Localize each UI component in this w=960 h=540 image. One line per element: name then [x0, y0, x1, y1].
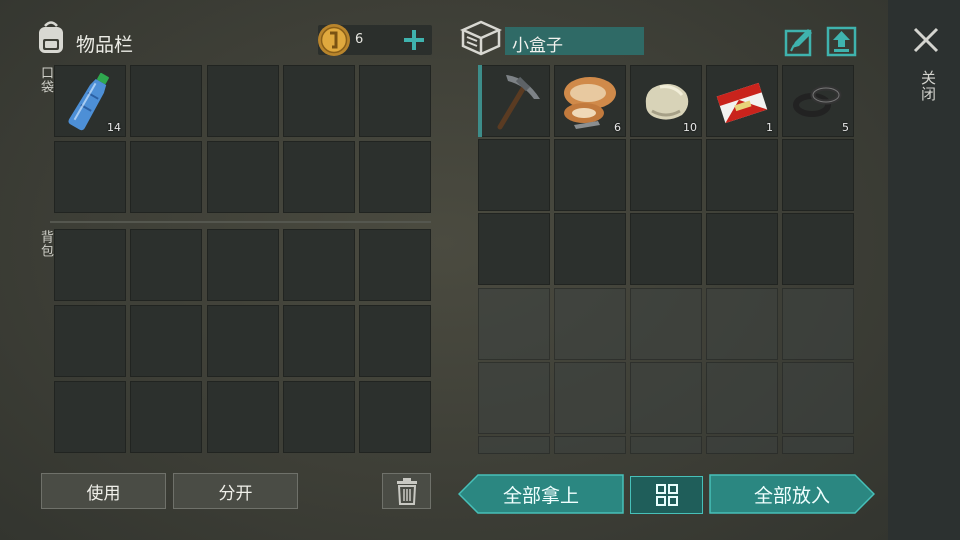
backpack-slot[interactable] [359, 381, 431, 453]
container-slot[interactable] [630, 288, 702, 360]
container-slot[interactable]: 1 [706, 65, 778, 137]
backpack-slot[interactable] [130, 305, 202, 377]
container-slot[interactable] [478, 436, 550, 454]
container-slot[interactable] [554, 436, 626, 454]
container-slot[interactable] [706, 436, 778, 454]
container-slot[interactable] [630, 436, 702, 454]
container-slot[interactable]: 6 [554, 65, 626, 137]
plus-icon [404, 30, 424, 50]
pocket-slot[interactable] [359, 141, 431, 213]
container-slot[interactable] [554, 288, 626, 360]
backpack-icon [34, 20, 68, 56]
pocket-label: 口袋 [38, 66, 53, 94]
container-slot[interactable] [782, 139, 854, 211]
item-quantity: 14 [107, 121, 121, 134]
upload-button[interactable] [826, 25, 858, 57]
container-slot[interactable] [630, 362, 702, 434]
edit-icon [784, 29, 812, 57]
backpack-slot[interactable] [130, 381, 202, 453]
inventory-title: 物品栏 [76, 34, 134, 56]
backpack-slot[interactable] [359, 229, 431, 301]
pocket-slot[interactable] [207, 141, 279, 213]
backpack-slot[interactable] [283, 381, 355, 453]
container-slot[interactable] [478, 139, 550, 211]
container-slot[interactable] [782, 362, 854, 434]
container-slot[interactable] [706, 288, 778, 360]
pocket-slot[interactable] [130, 65, 202, 137]
backpack-slot[interactable] [54, 229, 126, 301]
backpack-slot[interactable] [207, 229, 279, 301]
use-button[interactable]: 使用 [41, 473, 166, 509]
container-slot[interactable] [478, 362, 550, 434]
pocket-slot[interactable]: 14 [54, 65, 126, 137]
take-all-button[interactable]: 全部拿上 [458, 474, 624, 514]
close-icon [913, 27, 939, 53]
container-slot[interactable] [630, 213, 702, 285]
pocket-slot[interactable] [359, 65, 431, 137]
pocket-slot[interactable] [283, 141, 355, 213]
trash-button[interactable] [382, 473, 431, 509]
container-slot[interactable] [782, 213, 854, 285]
backpack-label: 背包 [38, 230, 53, 258]
put-all-button[interactable]: 全部放入 [709, 474, 875, 514]
container-slot[interactable] [706, 362, 778, 434]
coin-count: 6 [355, 32, 364, 47]
put-all-label: 全部放入 [753, 484, 830, 507]
container-slot[interactable] [782, 288, 854, 360]
box-icon [459, 18, 503, 58]
backpack-slot[interactable] [130, 229, 202, 301]
coin-icon [316, 22, 352, 58]
container-slot[interactable] [706, 213, 778, 285]
container-slot[interactable] [478, 288, 550, 360]
container-slot[interactable] [554, 213, 626, 285]
container-slot[interactable] [554, 139, 626, 211]
item-quantity: 1 [766, 121, 773, 134]
container-slot[interactable] [554, 362, 626, 434]
item-quantity: 10 [683, 121, 697, 134]
item-quantity: 6 [614, 121, 621, 134]
item-quantity: 5 [842, 121, 849, 134]
pocket-slot[interactable] [283, 65, 355, 137]
backpack-slot[interactable] [207, 305, 279, 377]
sort-button[interactable] [630, 476, 703, 514]
container-slot[interactable]: 5 [782, 65, 854, 137]
upload-icon [826, 26, 857, 57]
pickaxe-icon [478, 65, 550, 137]
backpack-slot[interactable] [283, 305, 355, 377]
section-divider [50, 221, 431, 223]
close-button[interactable]: 关闭 [906, 24, 946, 114]
backpack-slot[interactable] [207, 381, 279, 453]
add-coins-button[interactable] [398, 25, 430, 55]
close-label: 关闭 [919, 70, 937, 102]
edit-button[interactable] [784, 27, 814, 57]
split-button[interactable]: 分开 [173, 473, 298, 509]
backpack-slot[interactable] [54, 305, 126, 377]
container-slot[interactable] [706, 139, 778, 211]
container-slot[interactable] [478, 65, 550, 137]
container-name: 小盒子 [512, 36, 563, 56]
container-slot[interactable] [630, 139, 702, 211]
pocket-slot[interactable] [130, 141, 202, 213]
container-slot[interactable]: 10 [630, 65, 702, 137]
backpack-slot[interactable] [54, 381, 126, 453]
container-slot[interactable] [782, 436, 854, 454]
pocket-slot[interactable] [207, 65, 279, 137]
backpack-slot[interactable] [359, 305, 431, 377]
pocket-slot[interactable] [54, 141, 126, 213]
grid-sort-icon [655, 484, 678, 506]
take-all-label: 全部拿上 [502, 484, 579, 507]
backpack-slot[interactable] [283, 229, 355, 301]
container-slot[interactable] [478, 213, 550, 285]
trash-icon [396, 478, 417, 505]
